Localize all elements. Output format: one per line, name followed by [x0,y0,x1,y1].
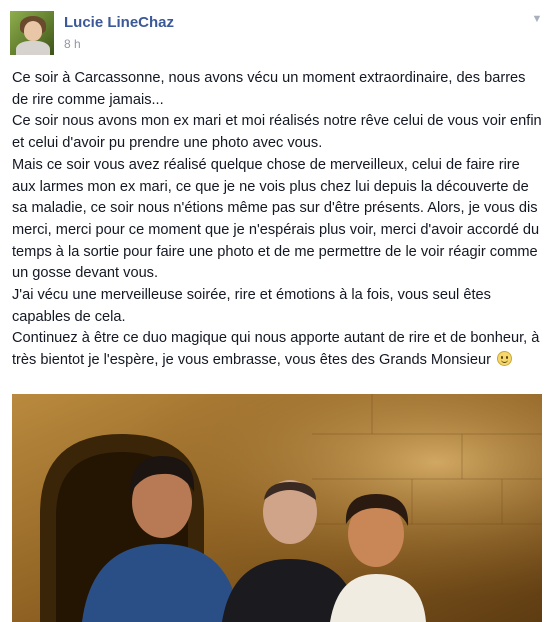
post-paragraph: J'ai vécu une merveilleuse soirée, rire … [12,287,491,325]
post-paragraph: Ce soir nous avons mon ex mari et moi ré… [12,113,542,152]
author-avatar[interactable] [10,11,54,55]
smiley-icon [497,351,513,367]
chevron-down-icon[interactable]: ▼ [530,12,544,26]
facebook-post: Lucie LineChaz 8 h ▼ Ce soir à Carcasson… [0,0,554,622]
post-paragraph-text: Continuez à être ce duo magique qui nous… [12,330,540,369]
post-photo[interactable] [12,394,542,622]
photo-illustration [12,394,542,622]
post-paragraph: Ce soir à Carcassonne, nous avons vécu u… [12,70,526,108]
post-body: Ce soir à Carcassonne, nous avons vécu u… [12,68,542,372]
author-name-link[interactable]: Lucie LineChaz [64,14,174,31]
post-paragraph-last: Continuez à être ce duo magique qui nous… [12,328,542,371]
post-header: Lucie LineChaz 8 h ▼ [10,8,544,58]
post-timestamp[interactable]: 8 h [64,37,81,51]
post-paragraph: Mais ce soir vous avez réalisé quelque c… [12,156,540,282]
